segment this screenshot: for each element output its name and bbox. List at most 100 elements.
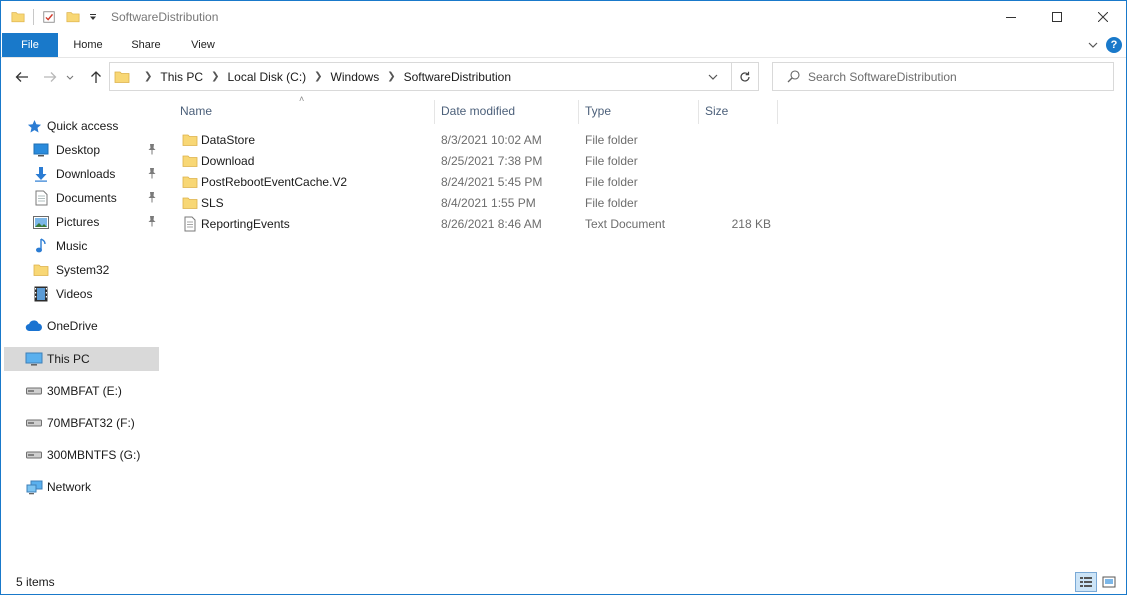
file-type: File folder bbox=[585, 154, 638, 168]
file-date-modified: 8/4/2021 1:55 PM bbox=[441, 196, 536, 210]
expand-ribbon-chevron-icon[interactable] bbox=[1084, 36, 1102, 54]
drive-icon bbox=[25, 382, 43, 400]
search-input[interactable] bbox=[808, 69, 1108, 84]
sidebar-item-label: Quick access bbox=[47, 119, 119, 133]
chevron-right-icon[interactable]: ❯ bbox=[387, 71, 395, 82]
sidebar-item-label: Pictures bbox=[56, 215, 100, 229]
pictures-icon bbox=[32, 213, 50, 231]
breadcrumb: ❯ This PC ❯ Local Disk (C:) ❯ Windows ❯ … bbox=[136, 70, 511, 84]
tab-file[interactable]: File bbox=[2, 33, 58, 57]
file-date-modified: 8/26/2021 8:46 AM bbox=[441, 217, 542, 231]
drive-icon bbox=[25, 414, 43, 432]
file-row-reportingevents[interactable]: ReportingEvents 8/26/2021 8:46 AM Text D… bbox=[179, 214, 779, 235]
sidebar-item-system32[interactable]: System32 bbox=[32, 258, 159, 282]
sidebar-item-documents[interactable]: Documents bbox=[32, 186, 159, 210]
maximize-button[interactable] bbox=[1034, 1, 1080, 33]
sidebar-item-drive-e[interactable]: 30MBFAT (E:) bbox=[25, 379, 159, 403]
chevron-right-icon[interactable]: ❯ bbox=[211, 71, 219, 82]
sidebar-item-onedrive[interactable]: OneDrive bbox=[25, 314, 159, 338]
pin-icon[interactable] bbox=[147, 191, 157, 206]
file-size: 218 KB bbox=[731, 217, 771, 231]
column-header-type[interactable]: Type bbox=[585, 96, 695, 126]
sidebar-item-music[interactable]: Music bbox=[32, 234, 159, 258]
sidebar-item-label: Network bbox=[47, 480, 92, 494]
pin-icon[interactable] bbox=[147, 215, 157, 230]
item-count: 5 items bbox=[16, 575, 55, 589]
customize-toolbar-dropdown-icon[interactable] bbox=[88, 8, 98, 26]
sidebar-item-label: Music bbox=[56, 239, 88, 253]
column-divider[interactable] bbox=[698, 100, 699, 124]
folder-icon bbox=[182, 176, 198, 188]
sidebar-item-label: System32 bbox=[56, 263, 110, 277]
sidebar-item-desktop[interactable]: Desktop bbox=[32, 138, 159, 162]
tab-share[interactable]: Share bbox=[123, 33, 169, 57]
folder-icon bbox=[182, 197, 198, 209]
tab-view[interactable]: View bbox=[181, 33, 225, 57]
up-button[interactable] bbox=[86, 67, 106, 87]
file-type: File folder bbox=[585, 196, 638, 210]
window-title: SoftwareDistribution bbox=[111, 10, 219, 24]
pin-icon[interactable] bbox=[147, 167, 157, 182]
sidebar-item-videos[interactable]: Videos bbox=[32, 282, 159, 306]
column-header-date-modified[interactable]: Date modified bbox=[441, 96, 576, 126]
breadcrumb-this-pc[interactable]: This PC bbox=[160, 70, 203, 84]
breadcrumb-windows[interactable]: Windows bbox=[331, 70, 380, 84]
breadcrumb-local-disk[interactable]: Local Disk (C:) bbox=[227, 70, 306, 84]
sidebar-item-downloads[interactable]: Downloads bbox=[32, 162, 159, 186]
folder-icon bbox=[182, 155, 198, 167]
file-type: Text Document bbox=[585, 217, 666, 231]
file-row-sls[interactable]: SLS 8/4/2021 1:55 PM File folder bbox=[179, 193, 779, 214]
sidebar-item-drive-f[interactable]: 70MBFAT32 (F:) bbox=[25, 411, 159, 435]
file-name: PostRebootEventCache.V2 bbox=[201, 175, 348, 189]
computer-icon bbox=[25, 350, 43, 368]
chevron-right-icon[interactable]: ❯ bbox=[314, 71, 322, 82]
minimize-button[interactable] bbox=[988, 1, 1034, 33]
address-history-dropdown[interactable] bbox=[700, 63, 726, 90]
file-name: ReportingEvents bbox=[201, 217, 290, 231]
back-button[interactable] bbox=[12, 67, 32, 87]
file-row-datastore[interactable]: DataStore 8/3/2021 10:02 AM File folder bbox=[179, 130, 779, 151]
details-view-button[interactable] bbox=[1075, 572, 1097, 592]
new-folder-icon[interactable] bbox=[64, 8, 82, 26]
star-icon bbox=[25, 117, 43, 135]
address-bar[interactable]: ❯ This PC ❯ Local Disk (C:) ❯ Windows ❯ … bbox=[109, 62, 759, 91]
large-icons-view-button[interactable] bbox=[1098, 572, 1120, 592]
column-header-name[interactable]: Name bbox=[180, 96, 430, 126]
file-date-modified: 8/3/2021 10:02 AM bbox=[441, 133, 542, 147]
column-divider[interactable] bbox=[434, 100, 435, 124]
sidebar-item-label: 30MBFAT (E:) bbox=[47, 384, 122, 398]
navigation-pane: Quick access Desktop Downloads Documents… bbox=[1, 96, 161, 566]
sidebar-item-drive-g[interactable]: 300MBNTFS (G:) bbox=[25, 443, 159, 467]
chevron-right-icon[interactable]: ❯ bbox=[144, 71, 152, 82]
file-name: DataStore bbox=[201, 133, 256, 147]
recent-locations-dropdown[interactable] bbox=[63, 67, 77, 87]
details-view-icon bbox=[1080, 577, 1092, 587]
search-box[interactable] bbox=[772, 62, 1114, 91]
file-row-postrebooteventcache[interactable]: PostRebootEventCache.V2 8/24/2021 5:45 P… bbox=[179, 172, 779, 193]
folder-icon[interactable] bbox=[9, 8, 27, 26]
column-header-size[interactable]: Size bbox=[705, 96, 775, 126]
refresh-button[interactable] bbox=[731, 62, 759, 91]
sidebar-item-label: Downloads bbox=[56, 167, 116, 181]
close-button[interactable] bbox=[1080, 1, 1126, 33]
properties-check-icon[interactable] bbox=[40, 8, 58, 26]
file-row-download[interactable]: Download 8/25/2021 7:38 PM File folder bbox=[179, 151, 779, 172]
file-size bbox=[699, 193, 771, 214]
sidebar-item-this-pc[interactable]: This PC bbox=[4, 347, 159, 371]
forward-button[interactable] bbox=[40, 67, 60, 87]
tab-home[interactable]: Home bbox=[65, 33, 111, 57]
breadcrumb-softwaredistribution[interactable]: SoftwareDistribution bbox=[404, 70, 511, 84]
file-date-modified: 8/25/2021 7:38 PM bbox=[441, 154, 543, 168]
column-divider[interactable] bbox=[578, 100, 579, 124]
sidebar-item-pictures[interactable]: Pictures bbox=[32, 210, 159, 234]
sidebar-item-quick-access[interactable]: Quick access bbox=[25, 114, 159, 138]
column-divider[interactable] bbox=[777, 100, 778, 124]
file-type: File folder bbox=[585, 175, 638, 189]
status-bar: 5 items bbox=[1, 571, 1126, 594]
sidebar-item-network[interactable]: Network bbox=[25, 475, 159, 499]
folder-icon bbox=[182, 134, 198, 146]
file-type: File folder bbox=[585, 133, 638, 147]
explorer-window: SoftwareDistribution File Home Share Vie… bbox=[0, 0, 1127, 595]
help-icon[interactable]: ? bbox=[1106, 37, 1122, 53]
pin-icon[interactable] bbox=[147, 143, 157, 158]
